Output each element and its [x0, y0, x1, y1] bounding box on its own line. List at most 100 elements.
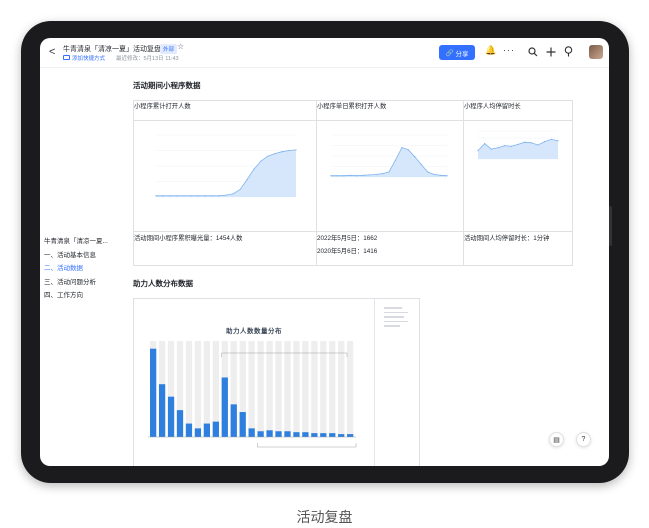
duration-text: 活动期间人均停留时长：1分钟	[464, 235, 550, 242]
more-icon[interactable]: ···	[503, 45, 515, 55]
section-heading: 活动期间小程序数据	[133, 81, 201, 90]
bar-background	[320, 341, 327, 437]
data-point	[253, 168, 255, 170]
bar	[302, 432, 309, 437]
toc-item[interactable]: 三、活动问题分析	[44, 276, 119, 290]
bar-background	[284, 341, 291, 437]
legend-line	[384, 320, 408, 322]
table-cell: 活动期间人均停留时长：1分钟	[463, 231, 573, 266]
bar	[284, 431, 291, 437]
data-point	[232, 193, 234, 195]
bar	[158, 384, 166, 437]
distribution-chart-box: 助力人数数量分布	[133, 298, 420, 466]
bar-background	[338, 341, 345, 437]
data-point	[517, 143, 519, 146]
bar	[221, 377, 228, 437]
data-point	[439, 174, 442, 176]
data-point	[369, 174, 371, 176]
toc-item[interactable]: 牛青清泉「清凉一夏...	[44, 235, 119, 249]
search-icon[interactable]	[528, 47, 538, 57]
data-point	[260, 160, 262, 162]
data-point	[510, 145, 512, 147]
bar	[167, 396, 175, 437]
toc-item-active[interactable]: 二、活动数据	[44, 262, 119, 276]
header-bar: < 牛青清泉「清凉一夏」活动复盘 外部 ☆ 添加快捷方式 最近修改：5月13日 …	[40, 38, 609, 68]
distribution-bar-chart	[148, 341, 357, 448]
star-icon[interactable]: ☆	[177, 42, 184, 51]
help-icon[interactable]: ?	[576, 432, 591, 447]
table-of-contents: 牛青清泉「清凉一夏... 一、活动基本信息 二、活动数据 三、活动问题分析 四、…	[44, 235, 119, 303]
add-shortcut-link[interactable]: 添加快捷方式	[72, 54, 105, 62]
data-point	[477, 150, 479, 152]
data-point	[267, 155, 269, 157]
bar	[203, 423, 211, 437]
data-point	[381, 173, 384, 175]
bar	[176, 410, 184, 437]
data-point	[362, 174, 364, 176]
data-point	[246, 179, 248, 181]
toc-item[interactable]: 一、活动基本信息	[44, 249, 119, 263]
bar-background	[194, 341, 202, 437]
series-area	[156, 149, 296, 197]
mini-program-table: 小程序累计打开人数 小程序单日累积打开人数 小程序人均停留时长 活动期间小程序累…	[133, 100, 573, 266]
data-point	[537, 144, 539, 146]
bar-background	[293, 341, 300, 437]
plus-icon[interactable]	[546, 47, 556, 57]
chart-cell	[133, 120, 317, 232]
bar-background	[185, 341, 193, 437]
legend-line	[384, 311, 408, 313]
data-point	[183, 195, 185, 197]
data-point	[239, 188, 241, 191]
data-point	[211, 195, 213, 197]
data-point	[427, 171, 429, 173]
data-point	[356, 175, 358, 177]
pin-icon[interactable]	[564, 46, 573, 57]
bar	[194, 428, 202, 437]
data-point	[504, 144, 506, 147]
data-point	[197, 195, 199, 197]
data-point	[176, 195, 178, 197]
data-point	[446, 175, 448, 177]
bar	[185, 423, 193, 437]
data-point	[204, 195, 206, 197]
table-header-cell: 小程序累计打开人数	[133, 100, 317, 121]
bar-background	[329, 341, 336, 437]
bar	[212, 421, 219, 437]
bar	[266, 430, 273, 437]
data-point	[544, 141, 546, 143]
bar	[329, 433, 336, 437]
share-label: 分享	[455, 50, 469, 58]
daily-stat-line: 2020年5月6日：1416	[317, 248, 378, 255]
bar	[275, 431, 282, 437]
toc-item[interactable]: 四、工作方向	[44, 289, 119, 303]
chevron-left-icon[interactable]: <	[49, 46, 55, 58]
data-point	[274, 153, 276, 155]
bar-background	[311, 341, 318, 437]
data-point	[420, 163, 422, 165]
cumulative-open-chart	[155, 134, 297, 198]
bell-icon[interactable]: 🔔	[485, 45, 496, 56]
external-badge: 外部	[160, 43, 178, 54]
bar	[347, 434, 354, 437]
data-point	[162, 195, 164, 197]
data-point	[407, 149, 409, 151]
data-point	[394, 159, 397, 161]
daily-stat-line: 2022年5月5日：1662	[317, 235, 378, 242]
data-point	[295, 149, 297, 151]
bar-background	[302, 341, 309, 437]
app-screen: < 牛青清泉「清凉一夏」活动复盘 外部 ☆ 添加快捷方式 最近修改：5月13日 …	[40, 38, 609, 466]
bar	[338, 434, 345, 437]
data-point	[169, 195, 171, 197]
data-point	[330, 175, 332, 177]
avatar[interactable]	[589, 45, 603, 59]
bar	[293, 432, 300, 437]
doc-icon[interactable]: ▤	[549, 432, 564, 447]
legend-line	[384, 307, 402, 309]
bar-background	[203, 341, 211, 437]
data-point	[388, 171, 390, 173]
folder-icon	[63, 55, 70, 60]
share-button[interactable]: 🔗 分享	[439, 45, 475, 60]
annotation-bracket	[257, 443, 357, 448]
data-point	[524, 141, 526, 143]
bar	[311, 433, 318, 437]
